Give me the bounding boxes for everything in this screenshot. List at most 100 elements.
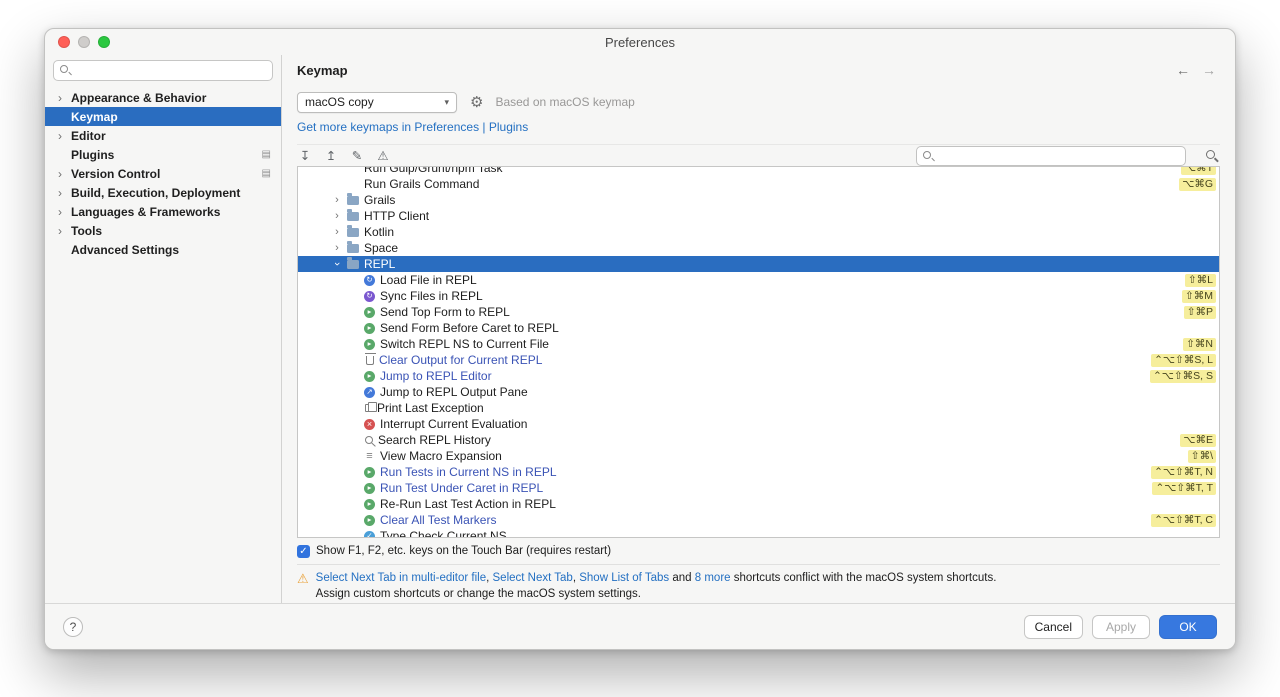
tree-action-print-last-exception[interactable]: Print Last Exception xyxy=(298,400,1219,416)
collapse-all-icon[interactable] xyxy=(323,148,339,164)
shortcut-conflict-warning: ⚠ Select Next Tab in multi-editor file, … xyxy=(297,564,1220,602)
show-conflicts-icon[interactable] xyxy=(375,148,391,164)
search-icon xyxy=(365,436,373,444)
sidebar-item-build-execution-deployment[interactable]: Build, Execution, Deployment xyxy=(45,183,281,202)
settings-search-box[interactable] xyxy=(53,60,273,81)
search-icon xyxy=(922,150,935,163)
sidebar-item-label: Version Control xyxy=(71,166,161,181)
sidebar-item-version-control[interactable]: Version Control ▤ xyxy=(45,164,281,183)
repl-run-icon xyxy=(364,498,375,510)
apply-button[interactable]: Apply xyxy=(1092,614,1150,639)
tree-action-load-file-in-repl[interactable]: Load File in REPL ⇧⌘L xyxy=(298,272,1219,288)
tree-folder-grails[interactable]: Grails xyxy=(298,192,1219,208)
interrupt-icon xyxy=(364,418,375,430)
sidebar-item-label: Tools xyxy=(71,223,103,238)
cancel-button[interactable]: Cancel xyxy=(1023,614,1083,639)
tree-action-re-run-last-test-action-in-repl[interactable]: Re-Run Last Test Action in REPL xyxy=(298,496,1219,512)
chevron-right-icon xyxy=(58,130,67,142)
chevron-right-icon[interactable] xyxy=(332,242,342,254)
folder-icon xyxy=(347,241,359,253)
actions-search-box[interactable] xyxy=(916,146,1186,166)
sidebar-item-plugins[interactable]: Plugins ▤ xyxy=(45,145,281,164)
gear-icon[interactable]: ⚙ xyxy=(470,95,483,110)
chevron-down-icon[interactable] xyxy=(331,259,343,269)
tree-action-clear-all-test-markers[interactable]: Clear All Test Markers ⌃⌥⇧⌘T, C xyxy=(298,512,1219,528)
chevron-right-icon xyxy=(58,225,67,237)
zoom-window-button[interactable] xyxy=(98,36,110,48)
ok-button[interactable]: OK xyxy=(1159,614,1217,639)
minimize-window-button[interactable] xyxy=(78,36,90,48)
sidebar-item-tools[interactable]: Tools xyxy=(45,221,281,240)
tree-action-sync-files-in-repl[interactable]: Sync Files in REPL ⇧⌘M xyxy=(298,288,1219,304)
tree-folder-kotlin[interactable]: Kotlin xyxy=(298,224,1219,240)
action-label: Re-Run Last Test Action in REPL xyxy=(380,497,556,511)
tree-action-interrupt-current-evaluation[interactable]: Interrupt Current Evaluation xyxy=(298,416,1219,432)
sidebar-item-appearance-behavior[interactable]: Appearance & Behavior xyxy=(45,88,281,107)
touchbar-checkbox-row[interactable]: ✓ Show F1, F2, etc. keys on the Touch Ba… xyxy=(297,543,1220,559)
shortcut-badge: ⌃⌥⇧⌘S, S xyxy=(1149,369,1216,383)
shortcut-badge: ⌃⌥⇧⌘T, N xyxy=(1151,465,1216,479)
conflict-action-link[interactable]: 8 more xyxy=(695,572,731,584)
edit-shortcut-icon[interactable] xyxy=(349,148,365,164)
shortcut-badge: ⇧⌘M xyxy=(1181,289,1216,303)
repl-run-icon xyxy=(364,322,375,334)
find-by-shortcut-icon[interactable] xyxy=(1203,148,1220,165)
conflict-action-link[interactable]: Show List of Tabs xyxy=(579,572,669,584)
repl-run-icon xyxy=(364,466,375,478)
repl-run-icon xyxy=(364,306,375,318)
touchbar-checkbox-label: Show F1, F2, etc. keys on the Touch Bar … xyxy=(316,545,612,557)
sidebar-item-languages-frameworks[interactable]: Languages & Frameworks xyxy=(45,202,281,221)
tree-action-run-test-under-caret-in-repl[interactable]: Run Test Under Caret in REPL ⌃⌥⇧⌘T, T xyxy=(298,480,1219,496)
titlebar[interactable]: Preferences xyxy=(45,29,1235,55)
shortcut-badge: ⇧⌘N xyxy=(1183,337,1216,351)
forward-arrow-button[interactable]: → xyxy=(1202,62,1216,78)
sidebar-item-editor[interactable]: Editor xyxy=(45,126,281,145)
tree-action-run-tests-in-current-ns-in-repl[interactable]: Run Tests in Current NS in REPL ⌃⌥⇧⌘T, N xyxy=(298,464,1219,480)
action-label: Type Check Current NS xyxy=(380,529,507,538)
folder-icon xyxy=(347,193,359,205)
tree-action-send-form-before-caret-to-repl[interactable]: Send Form Before Caret to REPL xyxy=(298,320,1219,336)
settings-nav: Appearance & Behavior Keymap Editor Plug… xyxy=(45,88,281,259)
chevron-down-icon: ▾ xyxy=(444,96,449,107)
tree-action-send-top-form-to-repl[interactable]: Send Top Form to REPL ⇧⌘P xyxy=(298,304,1219,320)
action-label: Jump to REPL Editor xyxy=(380,369,492,383)
sidebar-item-advanced-settings[interactable]: Advanced Settings xyxy=(45,240,281,259)
action-label: Search REPL History xyxy=(378,433,491,447)
keymap-scheme-select[interactable]: macOS copy ▾ xyxy=(297,91,457,113)
close-window-button[interactable] xyxy=(58,36,70,48)
tree-action-jump-to-repl-editor[interactable]: Jump to REPL Editor ⌃⌥⇧⌘S, S xyxy=(298,368,1219,384)
tree-action-jump-to-repl-output-pane[interactable]: Jump to REPL Output Pane xyxy=(298,384,1219,400)
actions-search-input[interactable] xyxy=(939,147,1180,165)
folder-icon xyxy=(347,225,359,237)
shortcut-badge: ⇧⌘\ xyxy=(1187,449,1216,463)
tree-action-switch-repl-ns-to-current-file[interactable]: Switch REPL NS to Current File ⇧⌘N xyxy=(298,336,1219,352)
chevron-right-icon[interactable] xyxy=(332,210,342,222)
tree-folder-space[interactable]: Space xyxy=(298,240,1219,256)
tree-action-search-repl-history[interactable]: Search REPL History ⌥⌘E xyxy=(298,432,1219,448)
folder-icon xyxy=(347,257,359,269)
chevron-right-icon[interactable] xyxy=(332,226,342,238)
tree-action-view-macro-expansion[interactable]: View Macro Expansion ⇧⌘\ xyxy=(298,448,1219,464)
action-label: Jump to REPL Output Pane xyxy=(380,385,528,399)
sidebar-item-keymap[interactable]: Keymap xyxy=(45,107,281,126)
expand-all-icon[interactable] xyxy=(297,148,313,164)
settings-search-input[interactable] xyxy=(76,61,267,80)
tree-action-type-check-current-ns[interactable]: Type Check Current NS xyxy=(298,528,1219,538)
help-button[interactable]: ? xyxy=(63,616,83,637)
checkbox-checked-icon[interactable]: ✓ xyxy=(297,544,310,558)
tree-action-run-grails-command[interactable]: Run Grails Command ⌥⌘G xyxy=(298,176,1219,192)
tree-folder-repl[interactable]: REPL xyxy=(298,256,1219,272)
shortcut-badge: ⌥⌘G xyxy=(1179,177,1216,191)
get-more-keymaps-link[interactable]: Get more keymaps in Preferences | Plugin… xyxy=(297,120,528,134)
chevron-right-icon xyxy=(58,168,67,180)
conflict-action-link[interactable]: Select Next Tab in multi-editor file xyxy=(316,572,486,584)
traffic-lights xyxy=(58,36,110,48)
tree-action-run-gulp-grunt-npm-task[interactable]: Run Gulp/Grunt/npm Task ⌥⌘T xyxy=(298,167,1219,176)
action-label: Print Last Exception xyxy=(377,401,484,415)
conflict-action-link[interactable]: Select Next Tab xyxy=(493,572,573,584)
tree-folder-http-client[interactable]: HTTP Client xyxy=(298,208,1219,224)
tree-action-clear-output-for-current-repl[interactable]: Clear Output for Current REPL ⌃⌥⇧⌘S, L xyxy=(298,352,1219,368)
back-arrow-button[interactable]: ← xyxy=(1176,62,1190,78)
chevron-right-icon[interactable] xyxy=(332,194,342,206)
action-label: Load File in REPL xyxy=(380,273,477,287)
